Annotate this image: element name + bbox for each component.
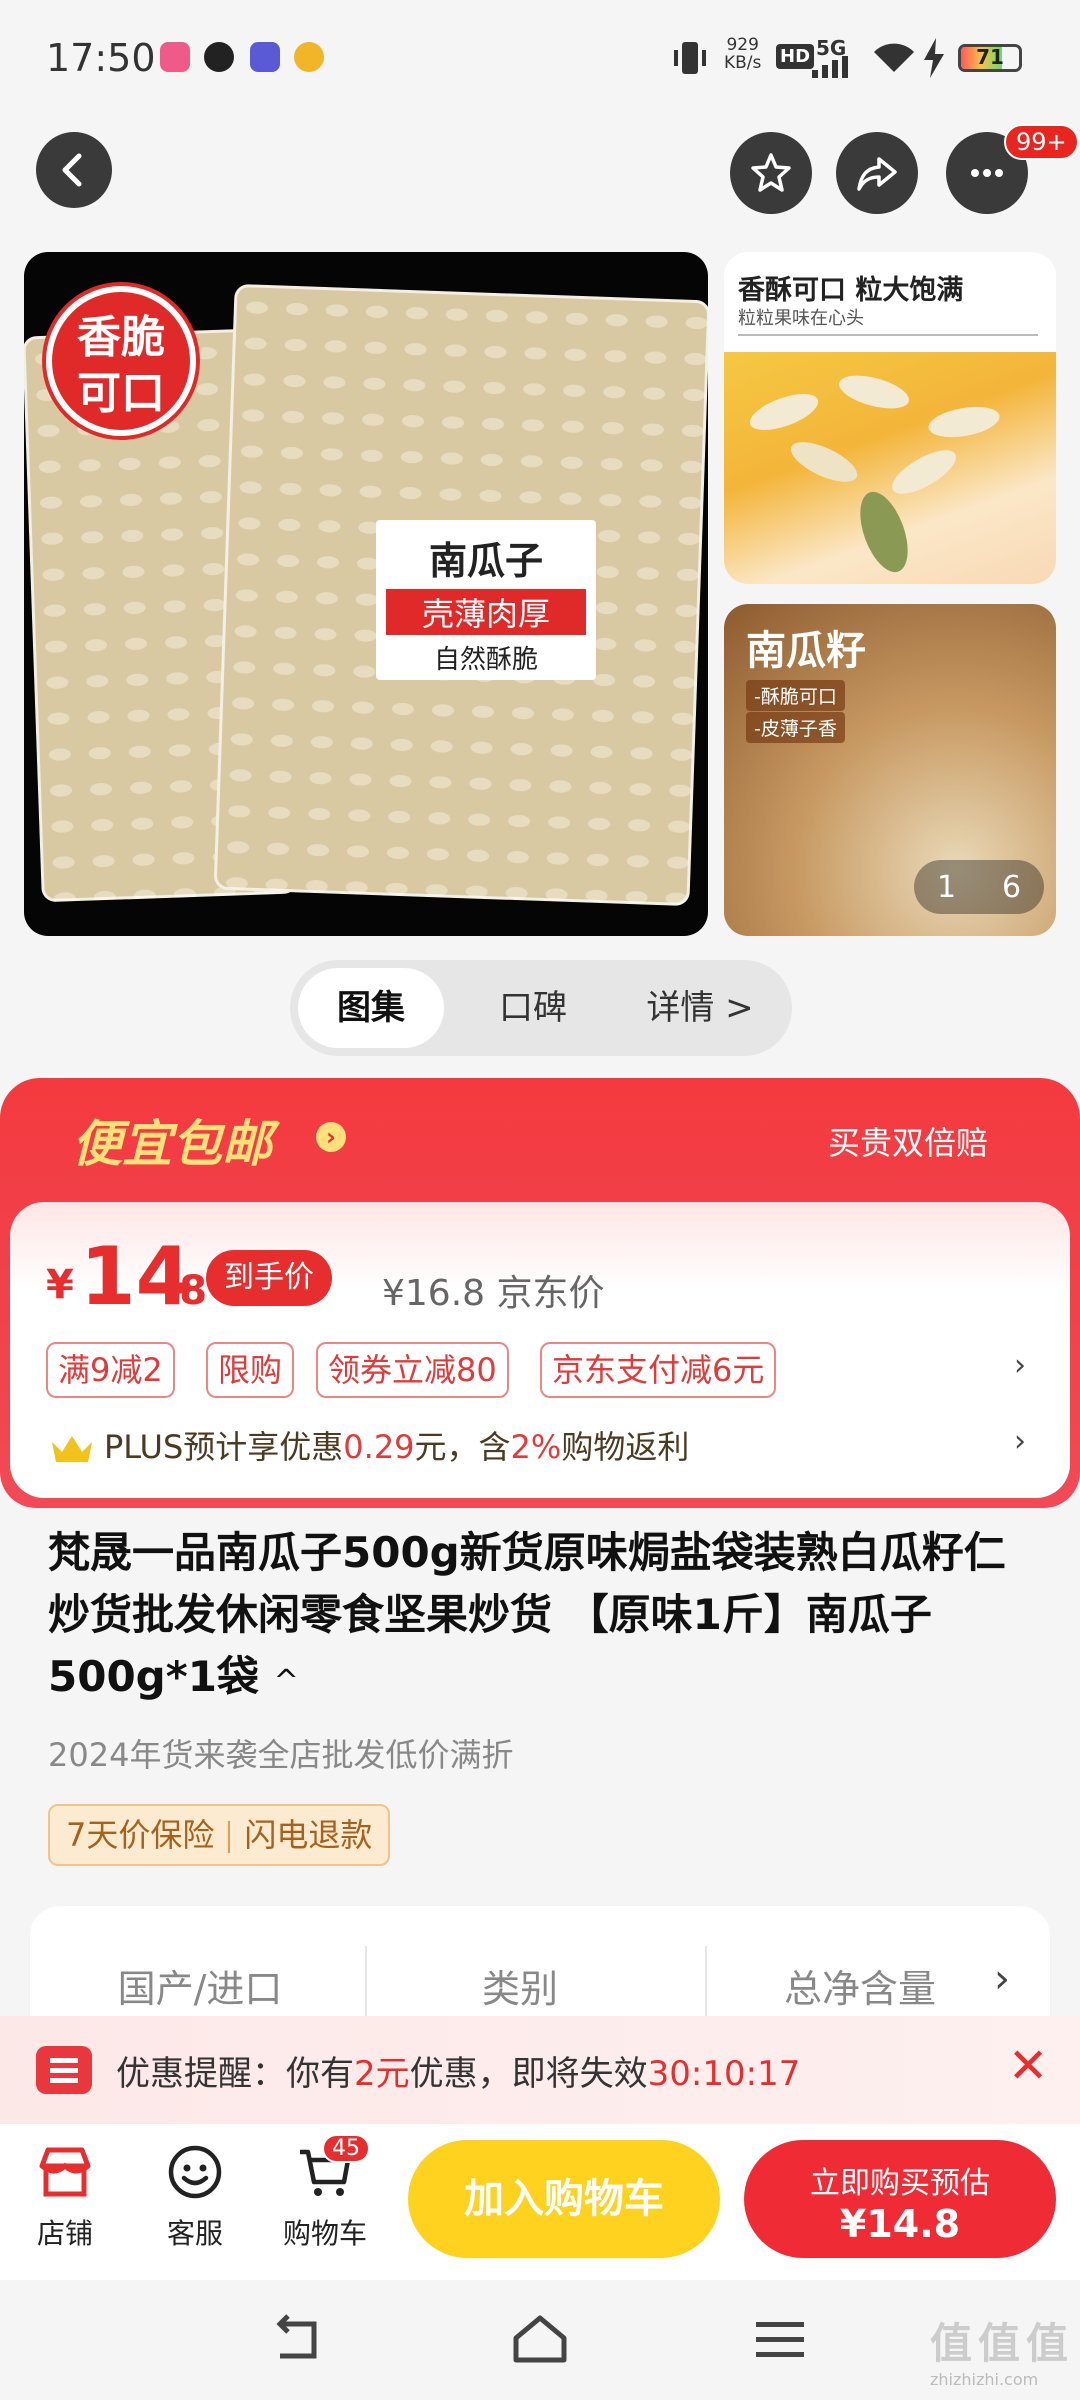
promo-panel: 便宜包邮 › 买贵双倍赔 ¥ 14 .8 到手价 ¥16.8 京东价 满9减2 … (0, 1078, 1080, 1508)
home-nav-icon[interactable] (510, 2314, 570, 2366)
original-price: ¥16.8 京东价 (382, 1273, 605, 1314)
hd-badge: HD (776, 44, 815, 69)
smile-chat-icon (168, 2145, 222, 2199)
chevron-right-icon[interactable]: › (1014, 1424, 1026, 1459)
app-notification-icon (250, 42, 280, 72)
watermark: 值值值 (930, 2319, 1075, 2368)
favorite-button[interactable] (730, 132, 812, 214)
chevron-left-icon (62, 153, 82, 187)
reminder-text: 优惠提醒：你有2元优惠，即将失效30:10:17 (116, 2054, 801, 2094)
side-image-2[interactable]: 南瓜籽 -酥脆可口 -皮薄子香 1 6 (724, 604, 1056, 936)
more-badge: 99+ (1004, 124, 1079, 160)
menu-nav-icon[interactable] (750, 2314, 810, 2366)
currency-symbol: ¥ (46, 1262, 74, 1308)
tab-details[interactable]: 详情 > (620, 968, 780, 1048)
app-notification-icon (160, 42, 190, 72)
gallery-counter: 1 6 (914, 860, 1044, 914)
product-title[interactable]: 梵晟一品南瓜子500g新货原味焗盐袋装熟白瓜籽仁炒货批发休闲零食坚果炒货 【原味… (48, 1522, 1008, 1713)
buy-now-button[interactable]: 立即购买预估 ¥14.8 (744, 2140, 1056, 2258)
more-dots-icon (971, 169, 1003, 177)
tab-gallery[interactable]: 图集 (298, 968, 444, 1048)
coupon-chip[interactable]: 领券立减80 (316, 1342, 509, 1398)
plus-benefit[interactable]: PLUS预计享优惠0.29元，含2%购物返利 (50, 1422, 689, 1468)
star-icon (751, 153, 791, 192)
chevron-right-icon[interactable]: › (1014, 1348, 1026, 1383)
tab-reviews[interactable]: 口碑 (458, 968, 608, 1048)
store-icon (39, 2147, 91, 2197)
discount-reminder[interactable]: 优惠提醒：你有2元优惠，即将失效30:10:17 ✕ (0, 2016, 1080, 2124)
spec-category: 类别 (481, 1967, 558, 2011)
close-icon[interactable]: ✕ (1008, 2038, 1048, 2094)
cart-count-badge: 45 (322, 2134, 370, 2163)
seal-badge: 香脆 可口 (46, 286, 196, 436)
chevron-right-icon[interactable]: › (316, 1122, 346, 1152)
free-shipping-title[interactable]: 便宜包邮 (72, 1104, 272, 1176)
hand-price-pill: 到手价 (206, 1250, 332, 1306)
signal-icon (812, 56, 848, 78)
coupon-chip[interactable]: 限购 (206, 1342, 295, 1398)
charging-icon (924, 38, 944, 78)
bag-label: 南瓜子 壳薄肉厚 自然酥脆 (376, 520, 596, 680)
wifi-icon (874, 43, 914, 72)
back-nav-icon[interactable] (270, 2314, 330, 2366)
price-card: ¥ 14 .8 到手价 ¥16.8 京东价 满9减2 限购 领券立减80 京东支… (10, 1202, 1070, 1498)
qq-icon (204, 42, 234, 72)
customer-service-button[interactable]: 客服 (140, 2142, 250, 2252)
status-bar: 17:50 929 KB/s HD 5G 71 (0, 0, 1080, 120)
add-to-cart-button[interactable]: 加入购物车 (408, 2140, 720, 2258)
coupon-chip[interactable]: 京东支付减6元 (540, 1342, 777, 1398)
back-button[interactable] (36, 132, 112, 208)
main-product-image[interactable]: 香脆 可口 南瓜子 壳薄肉厚 自然酥脆 (24, 252, 708, 936)
watermark-domain: zhizhizhi.com (930, 2370, 1039, 2389)
seeds-illustration (749, 375, 1000, 573)
collapse-icon[interactable]: ^ (274, 1664, 299, 1699)
guarantee-badges[interactable]: 7天价保险 闪电退款 (48, 1804, 391, 1866)
coupon-chip[interactable]: 满9减2 (46, 1342, 175, 1398)
spec-net-weight: 总净含量 (783, 1967, 936, 2011)
price-decimal: .8 (164, 1268, 208, 1314)
gallery-tabs: 图集 口碑 详情 > (290, 960, 792, 1056)
system-nav-bar (0, 2280, 1080, 2400)
double-refund-label[interactable]: 买贵双倍赔 (828, 1118, 988, 1164)
shop-button[interactable]: 店铺 (10, 2142, 120, 2252)
side-image-1[interactable]: 香酥可口 粒大饱满 粒粒果味在心头 (724, 252, 1056, 584)
vibrate-icon (674, 42, 706, 74)
net-speed: 929 KB/s (724, 35, 762, 73)
promo-subline: 2024年货来袭全店批发低价满折 (48, 1736, 514, 1774)
chevron-right-icon[interactable]: › (994, 1956, 1010, 2002)
status-time: 17:50 (46, 36, 156, 80)
battery-icon: 71 (958, 44, 1022, 72)
coupon-icon (36, 2046, 92, 2094)
share-icon (857, 157, 897, 191)
share-button[interactable] (836, 132, 918, 214)
spec-origin: 国产/进口 (117, 1967, 283, 2011)
seeds-photo (724, 352, 1056, 584)
crown-icon (52, 1436, 92, 1462)
app-notification-icon (294, 42, 324, 72)
